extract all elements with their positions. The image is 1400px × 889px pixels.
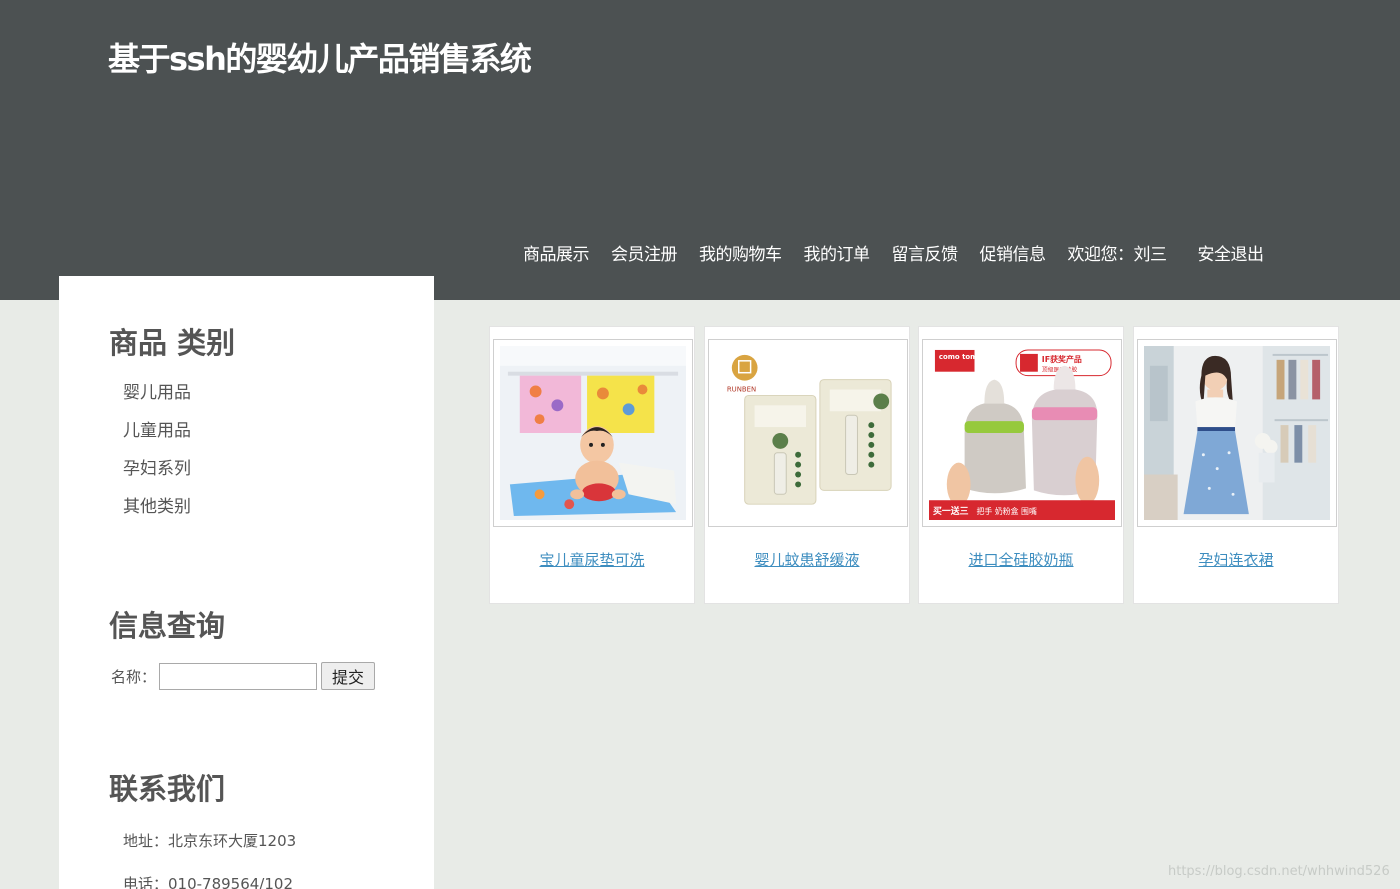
category-maternity[interactable]: 孕妇系列 [123,456,191,494]
category-list: 婴儿用品 儿童用品 孕妇系列 其他类别 [123,380,191,532]
search-form: 名称： 提交 [111,662,376,690]
product-card: como tomo IF获奖产品 顶级医用硅胶 买一送三 把手 奶粉盒 围嘴 进… [918,326,1124,604]
product-photo-dress [1144,346,1330,520]
product-image-dress[interactable] [1137,339,1337,527]
product-card: RUNBEN 婴儿蚊患舒缓液 [704,326,910,604]
award-text: IF获奖产品 [1042,354,1082,364]
contact-heading: 联系我们 [109,772,226,806]
category-children[interactable]: 儿童用品 [123,418,191,456]
product-link[interactable]: 孕妇连衣裙 [1134,549,1338,570]
category-other[interactable]: 其他类别 [123,494,191,532]
product-card: 宝儿童尿垫可洗 [489,326,695,604]
product-photo-relief: RUNBEN [715,346,901,520]
product-card: 孕妇连衣裙 [1133,326,1339,604]
nav-item-promotions[interactable]: 促销信息 [980,240,1047,265]
nav-item-cart[interactable]: 我的购物车 [699,240,782,265]
nav-item-feedback[interactable]: 留言反馈 [892,240,959,265]
contact-phone: 电话：010-789564/102 [123,875,293,889]
promo-text: 买一送三 [933,505,969,517]
product-photo-pad [500,346,686,520]
search-heading: 信息查询 [109,609,226,643]
welcome-text: 欢迎您：刘三 [1067,244,1168,265]
product-link[interactable]: 宝儿童尿垫可洗 [490,549,694,570]
main-nav: 商品展示 会员注册 我的购物车 我的订单 留言反馈 促销信息 欢迎您：刘三 安全… [523,240,1265,265]
product-image-pad[interactable] [493,339,693,527]
brand-text: como tomo [939,353,982,361]
product-image-bottle[interactable]: como tomo IF获奖产品 顶级医用硅胶 买一送三 把手 奶粉盒 围嘴 [922,339,1122,527]
watermark: https://blog.csdn.net/whhwind526 [1168,864,1390,879]
search-input[interactable] [159,662,318,690]
product-image-relief[interactable]: RUNBEN [708,339,908,527]
category-baby[interactable]: 婴儿用品 [123,380,191,418]
sidebar: 商品 类别 婴儿用品 儿童用品 孕妇系列 其他类别 信息查询 名称： 提交 联系… [59,276,434,889]
product-link[interactable]: 婴儿蚊患舒缓液 [705,549,909,570]
search-label: 名称： [111,667,157,686]
product-link[interactable]: 进口全硅胶奶瓶 [919,549,1123,570]
nav-item-products[interactable]: 商品展示 [523,240,590,265]
nav-item-register[interactable]: 会员注册 [611,240,678,265]
site-header: 基于ssh的婴幼儿产品销售系统 商品展示 会员注册 我的购物车 我的订单 留言反… [0,0,1400,300]
brand-text: RUNBEN [727,385,756,393]
promo-items-text: 把手 奶粉盒 围嘴 [976,506,1036,516]
submit-button[interactable]: 提交 [321,662,376,690]
site-title: 基于ssh的婴幼儿产品销售系统 [108,40,532,78]
product-photo-bottle: como tomo IF获奖产品 顶级医用硅胶 买一送三 把手 奶粉盒 围嘴 [929,346,1115,520]
nav-item-orders[interactable]: 我的订单 [804,240,871,265]
logout-link[interactable]: 安全退出 [1198,240,1265,265]
contact-address: 地址：北京东环大厦1203 [123,832,297,850]
categories-heading: 商品 类别 [109,326,236,360]
